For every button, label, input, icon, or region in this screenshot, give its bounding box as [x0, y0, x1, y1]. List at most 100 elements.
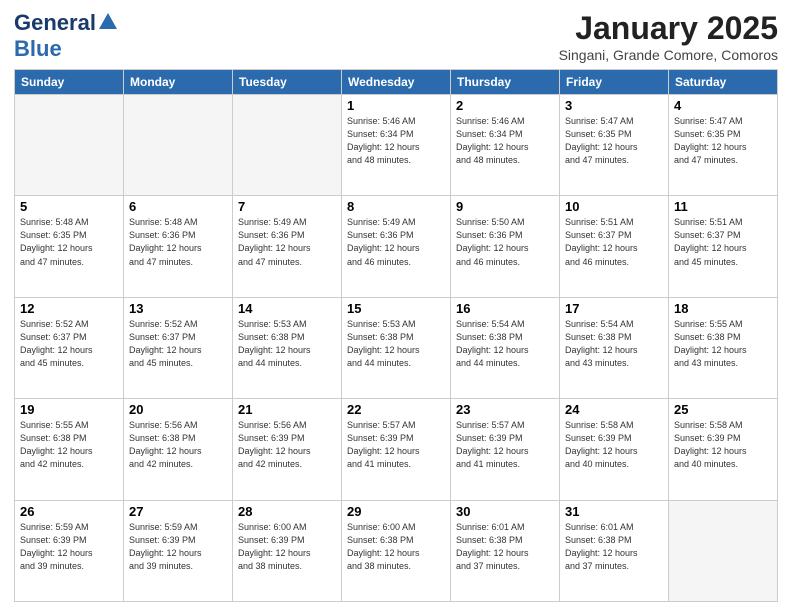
- day-number: 13: [129, 301, 227, 316]
- table-row: 3 Sunrise: 5:47 AM Sunset: 6:35 PM Daylig…: [560, 95, 669, 196]
- day-number: 7: [238, 199, 336, 214]
- day-number: 28: [238, 504, 336, 519]
- day-number: 10: [565, 199, 663, 214]
- day-info: Sunrise: 5:55 AM Sunset: 6:38 PM Dayligh…: [674, 318, 772, 370]
- day-number: 30: [456, 504, 554, 519]
- day-number: 2: [456, 98, 554, 113]
- table-row: [669, 500, 778, 601]
- calendar-table: Sunday Monday Tuesday Wednesday Thursday…: [14, 69, 778, 602]
- day-number: 21: [238, 402, 336, 417]
- calendar-week-row: 5 Sunrise: 5:48 AM Sunset: 6:35 PM Daylig…: [15, 196, 778, 297]
- table-row: 5 Sunrise: 5:48 AM Sunset: 6:35 PM Daylig…: [15, 196, 124, 297]
- day-info: Sunrise: 5:51 AM Sunset: 6:37 PM Dayligh…: [565, 216, 663, 268]
- day-info: Sunrise: 5:49 AM Sunset: 6:36 PM Dayligh…: [238, 216, 336, 268]
- day-info: Sunrise: 6:00 AM Sunset: 6:39 PM Dayligh…: [238, 521, 336, 573]
- table-row: 24Sunrise: 5:58 AM Sunset: 6:39 PM Dayli…: [560, 399, 669, 500]
- calendar-week-row: 1Sunrise: 5:46 AM Sunset: 6:34 PM Daylig…: [15, 95, 778, 196]
- table-row: 31 Sunrise: 6:01 AM Sunset: 6:38 PM Dayli…: [560, 500, 669, 601]
- day-number: 20: [129, 402, 227, 417]
- day-number: 24: [565, 402, 663, 417]
- table-row: 29Sunrise: 6:00 AM Sunset: 6:38 PM Dayli…: [342, 500, 451, 601]
- day-info: Sunrise: 5:51 AM Sunset: 6:37 PM Dayligh…: [674, 216, 772, 268]
- day-info: Sunrise: 6:00 AM Sunset: 6:38 PM Dayligh…: [347, 521, 445, 573]
- title-block: January 2025 Singani, Grande Comore, Com…: [559, 10, 778, 63]
- day-info: Sunrise: 5:55 AM Sunset: 6:38 PM Dayligh…: [20, 419, 118, 471]
- day-info: Sunrise: 5:53 AM Sunset: 6:38 PM Dayligh…: [347, 318, 445, 370]
- day-number: 6: [129, 199, 227, 214]
- table-row: 16Sunrise: 5:54 AM Sunset: 6:38 PM Dayli…: [451, 297, 560, 398]
- day-number: 18: [674, 301, 772, 316]
- table-row: 9 Sunrise: 5:50 AM Sunset: 6:36 PM Daylig…: [451, 196, 560, 297]
- day-info: Sunrise: 6:01 AM Sunset: 6:38 PM Dayligh…: [456, 521, 554, 573]
- day-number: 3: [565, 98, 663, 113]
- table-row: 8 Sunrise: 5:49 AM Sunset: 6:36 PM Daylig…: [342, 196, 451, 297]
- table-row: 13 Sunrise: 5:52 AM Sunset: 6:37 PM Dayli…: [124, 297, 233, 398]
- day-info: Sunrise: 5:59 AM Sunset: 6:39 PM Dayligh…: [20, 521, 118, 573]
- table-row: 12 Sunrise: 5:52 AM Sunset: 6:37 PM Dayli…: [15, 297, 124, 398]
- day-number: 31: [565, 504, 663, 519]
- table-row: 7 Sunrise: 5:49 AM Sunset: 6:36 PM Daylig…: [233, 196, 342, 297]
- table-row: 17 Sunrise: 5:54 AM Sunset: 6:38 PM Dayli…: [560, 297, 669, 398]
- day-info: Sunrise: 6:01 AM Sunset: 6:38 PM Dayligh…: [565, 521, 663, 573]
- table-row: [124, 95, 233, 196]
- table-row: 15 Sunrise: 5:53 AM Sunset: 6:38 PM Dayli…: [342, 297, 451, 398]
- day-number: 15: [347, 301, 445, 316]
- table-row: 22Sunrise: 5:57 AM Sunset: 6:39 PM Dayli…: [342, 399, 451, 500]
- day-number: 9: [456, 199, 554, 214]
- table-row: [15, 95, 124, 196]
- day-info: Sunrise: 5:52 AM Sunset: 6:37 PM Dayligh…: [20, 318, 118, 370]
- page: General Blue January 2025 Singani, Grand…: [0, 0, 792, 612]
- logo: General Blue: [14, 10, 119, 62]
- day-number: 17: [565, 301, 663, 316]
- calendar-week-row: 12 Sunrise: 5:52 AM Sunset: 6:37 PM Dayli…: [15, 297, 778, 398]
- table-row: 1Sunrise: 5:46 AM Sunset: 6:34 PM Daylig…: [342, 95, 451, 196]
- day-info: Sunrise: 5:52 AM Sunset: 6:37 PM Dayligh…: [129, 318, 227, 370]
- day-info: Sunrise: 5:56 AM Sunset: 6:38 PM Dayligh…: [129, 419, 227, 471]
- col-sunday: Sunday: [15, 70, 124, 95]
- calendar-week-row: 26Sunrise: 5:59 AM Sunset: 6:39 PM Dayli…: [15, 500, 778, 601]
- col-wednesday: Wednesday: [342, 70, 451, 95]
- day-number: 14: [238, 301, 336, 316]
- location-title: Singani, Grande Comore, Comoros: [559, 47, 778, 63]
- table-row: 23Sunrise: 5:57 AM Sunset: 6:39 PM Dayli…: [451, 399, 560, 500]
- day-number: 22: [347, 402, 445, 417]
- day-info: Sunrise: 5:53 AM Sunset: 6:38 PM Dayligh…: [238, 318, 336, 370]
- col-tuesday: Tuesday: [233, 70, 342, 95]
- col-monday: Monday: [124, 70, 233, 95]
- col-friday: Friday: [560, 70, 669, 95]
- day-info: Sunrise: 5:47 AM Sunset: 6:35 PM Dayligh…: [674, 115, 772, 167]
- day-number: 4: [674, 98, 772, 113]
- table-row: 10 Sunrise: 5:51 AM Sunset: 6:37 PM Dayli…: [560, 196, 669, 297]
- day-info: Sunrise: 5:48 AM Sunset: 6:36 PM Dayligh…: [129, 216, 227, 268]
- day-info: Sunrise: 5:58 AM Sunset: 6:39 PM Dayligh…: [674, 419, 772, 471]
- table-row: 14 Sunrise: 5:53 AM Sunset: 6:38 PM Dayli…: [233, 297, 342, 398]
- table-row: 4 Sunrise: 5:47 AM Sunset: 6:35 PM Daylig…: [669, 95, 778, 196]
- table-row: 11 Sunrise: 5:51 AM Sunset: 6:37 PM Dayli…: [669, 196, 778, 297]
- logo-blue-text: Blue: [14, 36, 62, 62]
- logo-block: General Blue: [14, 10, 119, 62]
- day-number: 1: [347, 98, 445, 113]
- day-info: Sunrise: 5:54 AM Sunset: 6:38 PM Dayligh…: [565, 318, 663, 370]
- table-row: 20 Sunrise: 5:56 AM Sunset: 6:38 PM Dayli…: [124, 399, 233, 500]
- day-info: Sunrise: 5:49 AM Sunset: 6:36 PM Dayligh…: [347, 216, 445, 268]
- table-row: 25Sunrise: 5:58 AM Sunset: 6:39 PM Dayli…: [669, 399, 778, 500]
- logo-icon: [97, 11, 119, 33]
- day-info: Sunrise: 5:48 AM Sunset: 6:35 PM Dayligh…: [20, 216, 118, 268]
- day-info: Sunrise: 5:47 AM Sunset: 6:35 PM Dayligh…: [565, 115, 663, 167]
- table-row: 6 Sunrise: 5:48 AM Sunset: 6:36 PM Daylig…: [124, 196, 233, 297]
- table-row: 19Sunrise: 5:55 AM Sunset: 6:38 PM Dayli…: [15, 399, 124, 500]
- day-number: 11: [674, 199, 772, 214]
- day-number: 12: [20, 301, 118, 316]
- table-row: 2Sunrise: 5:46 AM Sunset: 6:34 PM Daylig…: [451, 95, 560, 196]
- col-thursday: Thursday: [451, 70, 560, 95]
- day-info: Sunrise: 5:57 AM Sunset: 6:39 PM Dayligh…: [456, 419, 554, 471]
- table-row: 26Sunrise: 5:59 AM Sunset: 6:39 PM Dayli…: [15, 500, 124, 601]
- table-row: 27 Sunrise: 5:59 AM Sunset: 6:39 PM Dayli…: [124, 500, 233, 601]
- table-row: 21Sunrise: 5:56 AM Sunset: 6:39 PM Dayli…: [233, 399, 342, 500]
- day-number: 5: [20, 199, 118, 214]
- day-number: 27: [129, 504, 227, 519]
- table-row: 28 Sunrise: 6:00 AM Sunset: 6:39 PM Dayli…: [233, 500, 342, 601]
- day-info: Sunrise: 5:59 AM Sunset: 6:39 PM Dayligh…: [129, 521, 227, 573]
- day-info: Sunrise: 5:50 AM Sunset: 6:36 PM Dayligh…: [456, 216, 554, 268]
- day-number: 8: [347, 199, 445, 214]
